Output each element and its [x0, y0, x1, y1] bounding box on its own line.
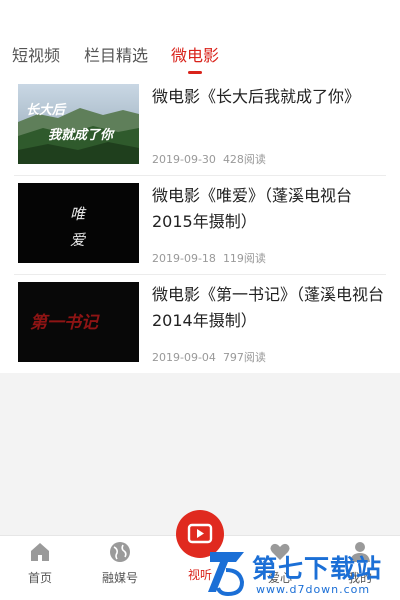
watermark-url: www.d7down.com	[256, 583, 371, 596]
read-count: 119阅读	[222, 252, 266, 265]
list-item[interactable]: 长大后 我就成了你 微电影《长大后我就成了你》 2019-09-30 428阅读	[0, 76, 400, 175]
video-thumbnail[interactable]: 长大后 我就成了你	[18, 84, 139, 164]
publish-date: 2019-09-04	[152, 351, 216, 364]
video-meta: 2019-09-04 797阅读	[152, 349, 266, 365]
nav-media[interactable]: 融媒号	[88, 536, 152, 600]
nav-home[interactable]: 首页	[8, 536, 72, 600]
publish-date: 2019-09-18	[152, 252, 216, 265]
video-title[interactable]: 微电影《唯爱》（蓬溪电视台2015年摄制）	[152, 183, 384, 235]
svg-text:唯: 唯	[70, 205, 87, 223]
globe-icon	[110, 542, 130, 562]
svg-text:我就成了你: 我就成了你	[48, 127, 115, 143]
watermark-title: 第七下载站	[252, 554, 383, 583]
video-meta: 2019-09-30 428阅读	[152, 151, 266, 167]
home-icon	[31, 543, 49, 561]
video-list: 长大后 我就成了你 微电影《长大后我就成了你》 2019-09-30 428阅读 …	[0, 76, 400, 373]
tab-column-picks[interactable]: 栏目精选	[84, 42, 148, 66]
svg-text:长大后: 长大后	[26, 102, 67, 118]
publish-date: 2019-09-30	[152, 153, 216, 166]
read-count: 428阅读	[222, 153, 266, 166]
read-count: 797阅读	[222, 351, 266, 364]
nav-home-label: 首页	[27, 571, 52, 585]
svg-text:第一书记: 第一书记	[30, 313, 100, 333]
nav-media-label: 融媒号	[101, 571, 138, 585]
tab-bar: 短视频 栏目精选 微电影	[0, 0, 400, 76]
video-title[interactable]: 微电影《长大后我就成了你》	[152, 84, 384, 110]
list-item[interactable]: 第一书记 微电影《第一书记》（蓬溪电视台2014年摄制） 2019-09-04 7…	[0, 274, 400, 373]
video-thumbnail[interactable]: 唯 爱	[18, 183, 139, 263]
tab-short-video[interactable]: 短视频	[12, 42, 60, 66]
watermark-logo-icon	[208, 552, 245, 596]
video-title[interactable]: 微电影《第一书记》（蓬溪电视台2014年摄制）	[152, 282, 384, 334]
video-meta: 2019-09-18 119阅读	[152, 250, 266, 266]
svg-text:爱: 爱	[70, 231, 87, 249]
list-item[interactable]: 唯 爱 微电影《唯爱》（蓬溪电视台2015年摄制） 2019-09-18 119阅…	[0, 175, 400, 274]
tab-micro-film[interactable]: 微电影	[171, 42, 219, 66]
site-watermark: 第七下载站 www.d7down.com	[206, 548, 398, 598]
video-thumbnail[interactable]: 第一书记	[18, 282, 139, 362]
active-tab-indicator	[188, 71, 202, 74]
